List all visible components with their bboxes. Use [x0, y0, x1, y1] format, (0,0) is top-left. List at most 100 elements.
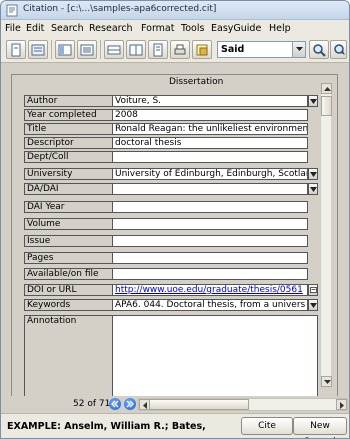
university-dropdown-button[interactable] — [308, 168, 318, 180]
field-label: Volume — [24, 218, 112, 230]
record-view-button[interactable] — [55, 40, 75, 59]
field-label: Title — [24, 123, 112, 135]
menu-file[interactable]: File — [5, 23, 21, 34]
menu-easyguide[interactable]: EasyGuide — [211, 23, 261, 34]
keywords-dropdown-button[interactable] — [308, 299, 318, 311]
field-value-dept[interactable] — [112, 151, 308, 163]
search-combo[interactable]: Said — [217, 41, 306, 58]
field-value-dai-year[interactable] — [112, 201, 308, 213]
print-icon — [174, 44, 186, 55]
scroll-up-button[interactable] — [321, 83, 332, 94]
da-dai-dropdown-button[interactable] — [308, 183, 318, 195]
field-value-issue[interactable] — [112, 235, 308, 247]
field-row-annotation: Annotation — [24, 315, 318, 438]
menu-tools[interactable]: Tools — [181, 23, 204, 34]
new-record-button[interactable]: New Record — [293, 417, 347, 438]
menu-edit[interactable]: Edit — [26, 23, 44, 34]
field-row-da-dai: DA/DAI — [24, 183, 318, 195]
record-type-legend: Dissertation — [166, 77, 227, 87]
horizontal-scroll-thumb[interactable] — [149, 399, 249, 410]
field-label: DAI Year — [24, 201, 112, 213]
vertical-scrollbar[interactable] — [320, 83, 332, 387]
cite-button[interactable]: Cite — [241, 417, 293, 435]
print-button[interactable] — [170, 40, 190, 59]
citation-example: EXAMPLE: Anselm, William R.; Bates, — [7, 421, 206, 432]
field-value-pages[interactable] — [112, 252, 308, 264]
window-title: Citation - [c:\...\samples-apa6corrected… — [23, 4, 217, 14]
chevron-down-icon — [310, 172, 317, 177]
field-value-da-dai[interactable] — [112, 183, 308, 195]
field-row-dai-year: DAI Year — [24, 201, 316, 213]
list-view-button[interactable] — [77, 40, 97, 59]
previous-record-button[interactable] — [109, 398, 121, 410]
field-row-author: Author Voiture, S. — [24, 95, 318, 107]
field-row-university: University University of Edinburgh, Edin… — [24, 168, 318, 180]
search-value[interactable]: Said — [221, 44, 244, 55]
record-count: 52 of 71 — [73, 399, 111, 409]
chevron-down-icon — [310, 99, 317, 104]
field-value-year[interactable]: 2008 — [112, 109, 308, 121]
scroll-down-button[interactable] — [321, 376, 332, 387]
field-value-doi-url[interactable]: http://www.uoe.edu/graduate/thesis/0561 — [112, 284, 308, 296]
browse-icon — [310, 287, 317, 293]
new-document-button[interactable] — [6, 40, 26, 59]
field-value-volume[interactable] — [112, 218, 308, 230]
field-label: Author — [24, 95, 112, 107]
toolbar-separator — [51, 40, 52, 59]
app-icon — [6, 4, 18, 17]
search-button[interactable] — [309, 40, 329, 59]
author-dropdown-button[interactable] — [308, 95, 318, 107]
status-bar: EXAMPLE: Anselm, William R.; Bates, Cite… — [1, 413, 349, 438]
citation-window: Citation - [c:\...\samples-apa6corrected… — [0, 0, 350, 439]
field-label: DOI or URL — [24, 284, 112, 296]
field-value-university[interactable]: University of Edinburgh, Edinburgh, Scot… — [112, 168, 308, 180]
field-row-pages: Pages — [24, 252, 316, 264]
search-dropdown-button[interactable] — [292, 42, 305, 57]
chevron-down-icon — [324, 380, 331, 384]
menu-format[interactable]: Format — [141, 23, 174, 34]
field-row-available: Available/on file — [24, 268, 316, 280]
panel-view-button[interactable] — [104, 40, 124, 59]
field-label: Dept/Coll — [24, 151, 112, 163]
field-label: Issue — [24, 235, 112, 247]
double-chevron-left-icon — [111, 400, 119, 408]
menu-search[interactable]: Search — [51, 23, 84, 34]
field-row-issue: Issue — [24, 235, 316, 247]
document-icon — [153, 43, 163, 57]
scroll-thumb[interactable] — [321, 96, 332, 116]
split-view-button[interactable] — [126, 40, 146, 59]
field-label: DA/DAI — [24, 183, 112, 195]
menu-help[interactable]: Help — [269, 23, 291, 34]
field-label: Year completed — [24, 109, 112, 121]
field-value-title[interactable]: Ronald Reagan: the unlikeliest environme… — [112, 123, 308, 135]
field-row-doi-url: DOI or URL http://www.uoe.edu/graduate/t… — [24, 284, 318, 296]
field-value-keywords[interactable]: APA6. 044. Doctoral thesis, from a unive… — [112, 299, 308, 311]
double-chevron-right-icon — [126, 400, 134, 408]
menu-bar: File Edit Search Research Format Tools E… — [1, 20, 349, 37]
search-next-button[interactable] — [330, 40, 347, 59]
next-record-button[interactable] — [124, 398, 136, 410]
menu-research[interactable]: Research — [89, 23, 133, 34]
chevron-down-icon — [296, 47, 303, 51]
field-label: Pages — [24, 252, 112, 264]
chevron-down-icon — [310, 303, 317, 308]
field-value-author[interactable]: Voiture, S. — [112, 95, 308, 107]
chevron-up-icon — [324, 87, 331, 91]
note-button[interactable] — [192, 40, 212, 59]
field-label: Keywords — [24, 299, 112, 311]
field-label: Descriptor — [24, 137, 112, 149]
horizontal-scrollbar[interactable] — [138, 398, 348, 411]
chevron-right-icon — [340, 402, 344, 409]
field-label: University — [24, 168, 112, 180]
open-document-button[interactable] — [28, 40, 48, 59]
field-value-available[interactable] — [112, 268, 308, 280]
field-row-dept: Dept/Coll — [24, 151, 316, 163]
document-button[interactable] — [148, 40, 168, 59]
title-bar: Citation - [c:\...\samples-apa6corrected… — [1, 1, 349, 20]
field-row-title: Title Ronald Reagan: the unlikeliest env… — [24, 123, 316, 135]
scroll-right-button[interactable] — [336, 399, 347, 410]
url-open-button[interactable] — [308, 284, 318, 296]
list-view-icon — [80, 44, 94, 56]
record-navigation: 52 of 71 — [1, 396, 349, 413]
field-value-descriptor[interactable]: doctoral thesis — [112, 137, 308, 149]
